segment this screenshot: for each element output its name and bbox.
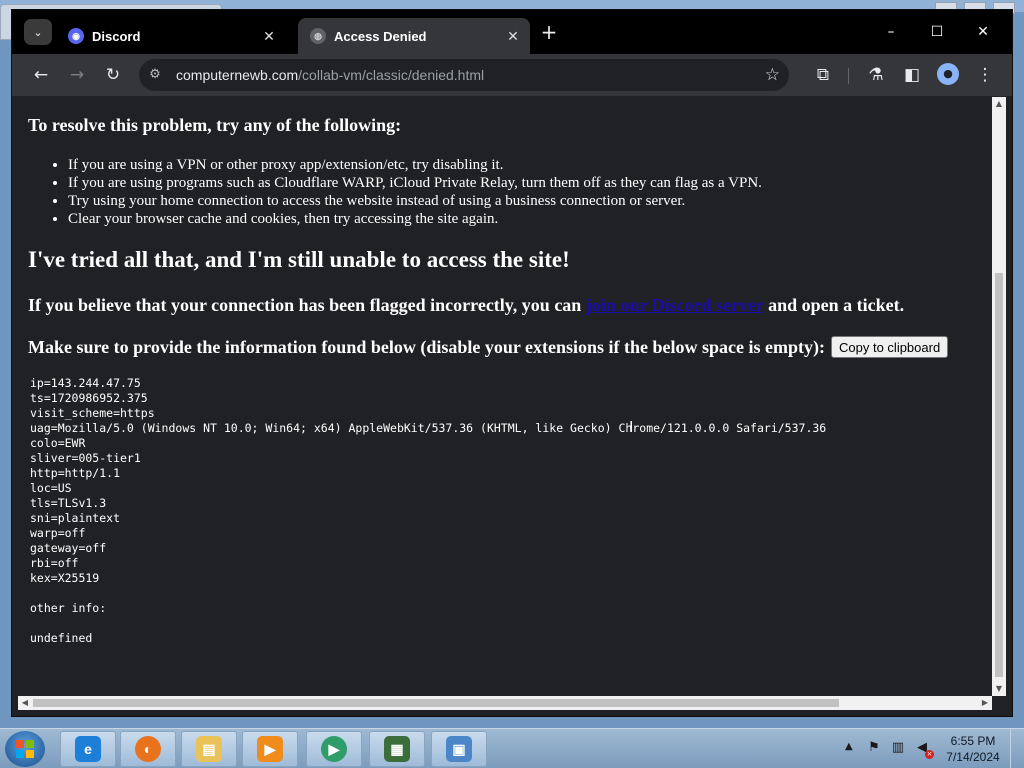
show-hidden-icons-icon[interactable]: ▲ (845, 741, 853, 752)
globe-icon: ◍ (310, 28, 326, 44)
extensions-button[interactable]: ⧉ (810, 62, 836, 88)
tried-heading: I've tried all that, and I'm still unabl… (28, 247, 570, 272)
taskbar-app[interactable]: ▤ (181, 731, 237, 767)
start-button[interactable] (5, 731, 45, 767)
taskbar-app[interactable]: e (60, 731, 116, 767)
scroll-right-arrow-icon[interactable]: ▶ (978, 696, 992, 710)
reload-button[interactable]: ↻ (100, 62, 126, 88)
taskbar-app[interactable]: ◐ (120, 731, 176, 767)
vertical-scroll-thumb[interactable] (995, 273, 1003, 677)
media-center-icon: ▶ (321, 736, 347, 762)
site-info-icon[interactable]: ⚙ (147, 67, 163, 83)
list-item: If you are using programs such as Cloudf… (68, 174, 992, 192)
flagged-text-before: If you believe that your connection has … (28, 295, 586, 315)
firefox-icon: ◐ (135, 736, 161, 762)
tab-discord[interactable]: ◉ Discord ✕ (56, 18, 286, 54)
resolve-heading: To resolve this problem, try any of the … (28, 115, 402, 135)
connection-info-block[interactable]: ip=143.244.47.75 ts=1720986952.375 visit… (30, 376, 992, 646)
discord-server-link[interactable]: join our Discord server (586, 295, 764, 315)
tab-close-button[interactable]: ✕ (502, 28, 524, 45)
copy-to-clipboard-button[interactable]: Copy to clipboard (831, 336, 949, 358)
horizontal-scrollbar[interactable]: ◀ ▶ (18, 696, 992, 710)
flagged-paragraph: If you believe that your connection has … (28, 295, 992, 316)
bookmark-star-icon[interactable]: ☆ (765, 65, 780, 85)
horizontal-scroll-thumb[interactable] (33, 699, 839, 707)
clock-time: 6:55 PM (950, 734, 996, 748)
list-item: If you are using a VPN or other proxy ap… (68, 156, 992, 174)
provide-info-text: Make sure to provide the information fou… (28, 336, 826, 357)
tab-access-denied[interactable]: ◍ Access Denied ✕ (298, 18, 530, 54)
file-explorer-icon: ▤ (196, 736, 222, 762)
more-vert-icon: ⋮ (976, 65, 994, 85)
scroll-left-arrow-icon[interactable]: ◀ (18, 696, 32, 710)
profile-avatar-icon[interactable]: ● (937, 63, 959, 85)
arrow-right-icon: → (69, 65, 85, 85)
vertical-scrollbar[interactable]: ▲ ▼ (992, 97, 1006, 696)
toolbar-separator (848, 68, 849, 84)
address-bar[interactable]: ⚙ computernewb.com/collab-vm/classic/den… (139, 59, 789, 91)
scroll-down-arrow-icon[interactable]: ▼ (992, 682, 1006, 696)
browser-window: ⌄ ◉ Discord ✕ ◍ Access Denied ✕ + – ☐ ✕ … (11, 9, 1013, 717)
tab-strip: ⌄ ◉ Discord ✕ ◍ Access Denied ✕ + – ☐ ✕ (12, 10, 1012, 54)
arrow-left-icon: ← (33, 65, 49, 85)
windows-logo-icon (16, 740, 34, 758)
network-icon[interactable]: ▥ (890, 739, 906, 757)
forward-button[interactable]: → (64, 62, 90, 88)
muted-x-icon: × (925, 750, 934, 759)
taskbar-app[interactable]: ▶ (242, 731, 298, 767)
tab-close-button[interactable]: ✕ (258, 28, 280, 45)
list-item: Clear your browser cache and cookies, th… (68, 210, 992, 228)
taskbar-app[interactable]: ▦ (369, 731, 425, 767)
list-item: Try using your home connection to access… (68, 192, 992, 210)
page-content: To resolve this problem, try any of the … (18, 97, 992, 696)
back-button[interactable]: ← (28, 62, 54, 88)
puzzle-icon: ⧉ (816, 65, 830, 85)
tab-search-button[interactable]: ⌄ (24, 19, 52, 45)
reload-icon: ↻ (105, 65, 121, 85)
side-panel-icon: ◧ (903, 65, 921, 85)
side-panel-button[interactable]: ◧ (899, 62, 925, 88)
flagged-text-after: and open a ticket. (763, 295, 905, 315)
maximize-button[interactable]: ☐ (914, 20, 960, 44)
close-button[interactable]: ✕ (960, 20, 1006, 44)
url-text[interactable]: computernewb.com/collab-vm/classic/denie… (176, 67, 484, 83)
flask-icon: ⚗ (868, 65, 884, 85)
taskbar-app[interactable]: ▣ (431, 731, 487, 767)
url-path: /collab-vm/classic/denied.html (298, 67, 485, 83)
control-panel-icon: ▣ (446, 736, 472, 762)
scroll-up-arrow-icon[interactable]: ▲ (992, 97, 1006, 111)
system-clock[interactable]: 6:55 PM 7/14/2024 (940, 733, 1006, 765)
internet-explorer-icon: e (75, 736, 101, 762)
new-tab-button[interactable]: + (538, 22, 560, 44)
menu-button[interactable]: ⋮ (972, 62, 998, 88)
text-cursor-icon: Ⅰ (629, 418, 634, 436)
minimize-button[interactable]: – (868, 20, 914, 44)
taskbar-app[interactable]: ▶ (306, 731, 362, 767)
labs-button[interactable]: ⚗ (863, 62, 889, 88)
discord-icon: ◉ (68, 28, 84, 44)
taskbar: e ◐ ▤ ▶ ▶ ▦ ▣ ▲ ⚑ ▥ ◀ × 6:55 PM 7/14/202… (0, 728, 1024, 768)
task-manager-icon: ▦ (384, 736, 410, 762)
tips-list: If you are using a VPN or other proxy ap… (68, 156, 992, 228)
url-host: computernewb.com (176, 67, 299, 83)
tab-title: Access Denied (334, 28, 427, 44)
clock-date: 7/14/2024 (946, 750, 1000, 764)
browser-toolbar: ← → ↻ ⚙ computernewb.com/collab-vm/class… (12, 54, 1012, 96)
action-center-flag-icon[interactable]: ⚑ (866, 739, 882, 757)
provide-info-paragraph: Make sure to provide the information fou… (28, 336, 992, 358)
show-desktop-button[interactable] (1010, 729, 1024, 768)
tab-title: Discord (92, 28, 141, 44)
chevron-down-icon: ⌄ (33, 25, 43, 39)
media-player-icon: ▶ (257, 736, 283, 762)
